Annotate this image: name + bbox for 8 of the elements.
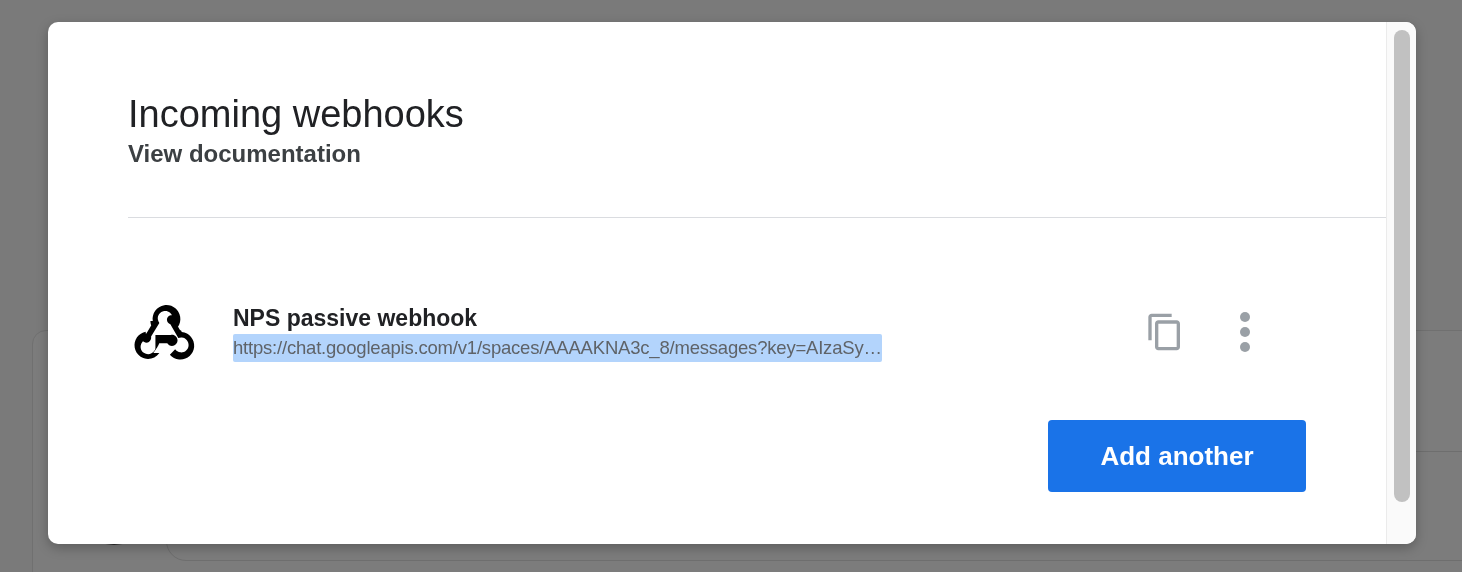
webhook-name: NPS passive webhook bbox=[233, 304, 479, 333]
more-icon bbox=[1240, 312, 1250, 352]
add-another-button[interactable]: Add another bbox=[1048, 420, 1306, 492]
scrollbar-thumb[interactable] bbox=[1394, 30, 1410, 502]
webhook-url: https://chat.googleapis.com/v1/spaces/AAAAKNA3c_8/messages?key=AIzaSy… bbox=[233, 334, 882, 362]
documentation-link[interactable]: View documentation bbox=[128, 138, 361, 170]
scrollbar[interactable] bbox=[1386, 22, 1416, 544]
dialog-title: Incoming webhooks bbox=[128, 92, 465, 137]
